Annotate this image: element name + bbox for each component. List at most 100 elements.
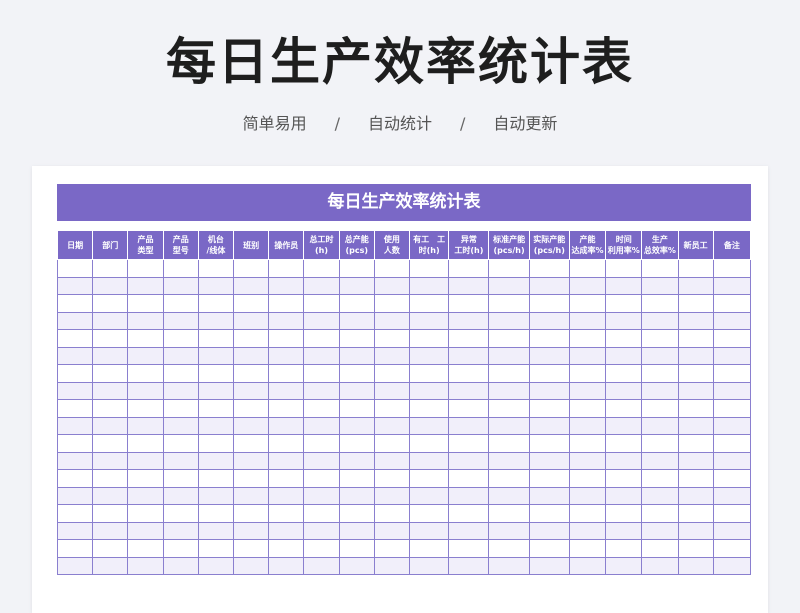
table-cell[interactable] [605, 259, 643, 278]
table-cell[interactable] [303, 451, 340, 470]
table-cell[interactable] [197, 329, 235, 348]
table-cell[interactable] [712, 539, 752, 558]
table-cell[interactable] [92, 329, 129, 348]
table-cell[interactable] [162, 381, 199, 400]
table-cell[interactable] [677, 451, 714, 470]
table-cell[interactable] [92, 539, 129, 558]
table-cell[interactable] [233, 294, 270, 313]
table-cell[interactable] [568, 329, 607, 348]
table-cell[interactable] [303, 294, 340, 313]
table-cell[interactable] [712, 434, 752, 453]
table-cell[interactable] [373, 276, 411, 295]
table-cell[interactable] [605, 276, 643, 295]
table-cell[interactable] [528, 381, 570, 400]
table-cell[interactable] [92, 364, 129, 383]
table-cell[interactable] [338, 276, 375, 295]
table-cell[interactable] [92, 486, 129, 505]
table-cell[interactable] [303, 556, 340, 575]
table-cell[interactable] [448, 504, 490, 523]
table-cell[interactable] [233, 276, 270, 295]
table-cell[interactable] [56, 556, 94, 575]
table-cell[interactable] [605, 434, 643, 453]
table-cell[interactable] [409, 381, 450, 400]
table-cell[interactable] [197, 469, 235, 488]
table-cell[interactable] [373, 416, 411, 435]
table-cell[interactable] [568, 556, 607, 575]
table-cell[interactable] [92, 399, 129, 418]
table-cell[interactable] [268, 539, 305, 558]
table-cell[interactable] [92, 381, 129, 400]
table-cell[interactable] [488, 556, 530, 575]
table-cell[interactable] [712, 346, 752, 365]
table-cell[interactable] [268, 434, 305, 453]
table-cell[interactable] [92, 259, 129, 278]
table-cell[interactable] [127, 416, 164, 435]
table-cell[interactable] [641, 539, 679, 558]
table-cell[interactable] [338, 434, 375, 453]
table-cell[interactable] [488, 504, 530, 523]
table-cell[interactable] [162, 329, 199, 348]
table-cell[interactable] [373, 556, 411, 575]
table-cell[interactable] [303, 539, 340, 558]
table-cell[interactable] [641, 329, 679, 348]
table-cell[interactable] [568, 399, 607, 418]
table-cell[interactable] [233, 346, 270, 365]
table-cell[interactable] [56, 539, 94, 558]
table-cell[interactable] [409, 311, 450, 330]
table-cell[interactable] [338, 399, 375, 418]
table-cell[interactable] [92, 276, 129, 295]
table-cell[interactable] [303, 416, 340, 435]
table-cell[interactable] [338, 259, 375, 278]
table-cell[interactable] [605, 381, 643, 400]
table-cell[interactable] [641, 364, 679, 383]
table-cell[interactable] [197, 504, 235, 523]
table-cell[interactable] [233, 556, 270, 575]
table-cell[interactable] [303, 399, 340, 418]
table-cell[interactable] [677, 294, 714, 313]
table-cell[interactable] [92, 294, 129, 313]
table-cell[interactable] [373, 434, 411, 453]
table-cell[interactable] [409, 486, 450, 505]
table-cell[interactable] [528, 434, 570, 453]
table-cell[interactable] [677, 311, 714, 330]
table-cell[interactable] [568, 346, 607, 365]
table-cell[interactable] [409, 451, 450, 470]
table-cell[interactable] [127, 486, 164, 505]
table-cell[interactable] [448, 329, 490, 348]
table-cell[interactable] [162, 311, 199, 330]
table-cell[interactable] [605, 399, 643, 418]
table-cell[interactable] [409, 416, 450, 435]
table-cell[interactable] [605, 346, 643, 365]
table-cell[interactable] [409, 521, 450, 540]
table-cell[interactable] [162, 451, 199, 470]
table-cell[interactable] [197, 416, 235, 435]
table-cell[interactable] [568, 469, 607, 488]
table-cell[interactable] [56, 259, 94, 278]
table-cell[interactable] [268, 364, 305, 383]
table-cell[interactable] [677, 504, 714, 523]
table-cell[interactable] [677, 416, 714, 435]
table-cell[interactable] [373, 329, 411, 348]
table-cell[interactable] [528, 416, 570, 435]
table-cell[interactable] [92, 451, 129, 470]
table-cell[interactable] [568, 294, 607, 313]
table-cell[interactable] [677, 486, 714, 505]
table-cell[interactable] [641, 416, 679, 435]
table-cell[interactable] [338, 294, 375, 313]
table-cell[interactable] [268, 276, 305, 295]
table-cell[interactable] [56, 311, 94, 330]
table-cell[interactable] [605, 521, 643, 540]
table-cell[interactable] [488, 416, 530, 435]
table-cell[interactable] [197, 399, 235, 418]
table-cell[interactable] [568, 434, 607, 453]
table-cell[interactable] [127, 346, 164, 365]
table-cell[interactable] [488, 486, 530, 505]
table-cell[interactable] [641, 469, 679, 488]
table-cell[interactable] [197, 311, 235, 330]
table-cell[interactable] [197, 346, 235, 365]
table-cell[interactable] [268, 486, 305, 505]
table-cell[interactable] [373, 259, 411, 278]
table-cell[interactable] [448, 486, 490, 505]
table-cell[interactable] [338, 451, 375, 470]
table-cell[interactable] [127, 504, 164, 523]
